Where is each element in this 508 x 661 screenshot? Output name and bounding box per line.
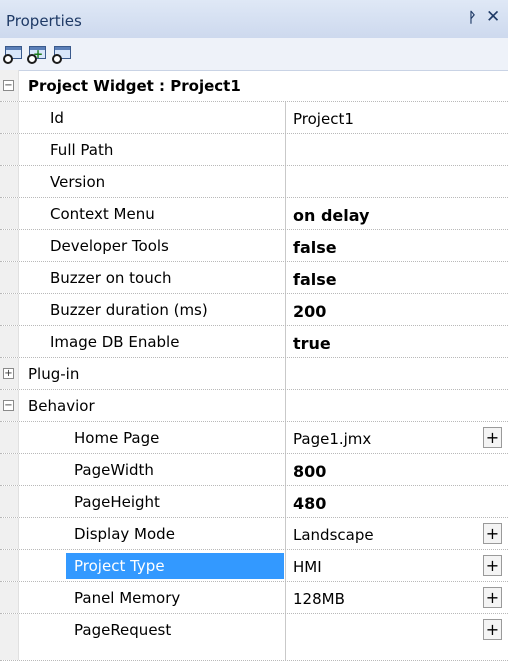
property-row-pagerequest[interactable]: PageRequest +	[0, 614, 508, 661]
group-label: Plug-in	[28, 365, 80, 383]
panel-title: Properties	[6, 12, 82, 30]
property-row-project-type[interactable]: Project Type HMI +	[0, 550, 508, 582]
property-name: Image DB Enable	[50, 333, 180, 351]
property-name: Buzzer on touch	[50, 269, 172, 287]
group-label: Behavior	[28, 397, 95, 415]
properties-titlebar: Properties ᚹ ✕	[0, 0, 508, 39]
property-value[interactable]: 200	[293, 302, 326, 321]
properties-toolbar: +	[0, 38, 508, 71]
property-row-pagewidth[interactable]: PageWidth 800	[0, 454, 508, 486]
property-name: PageWidth	[74, 461, 154, 479]
group-row-behavior[interactable]: − Behavior	[0, 390, 508, 422]
property-row-display-mode[interactable]: Display Mode Landscape +	[0, 518, 508, 550]
property-name: Id	[50, 109, 64, 127]
property-value[interactable]: on delay	[293, 206, 369, 225]
property-row-context-menu[interactable]: Context Menu on delay	[0, 198, 508, 230]
property-value[interactable]: 800	[293, 462, 326, 481]
property-value[interactable]: false	[293, 238, 337, 257]
properties-view-icon[interactable]	[3, 45, 25, 64]
property-name: Project Type	[74, 557, 165, 575]
property-row-buzzer-duration[interactable]: Buzzer duration (ms) 200	[0, 294, 508, 326]
browse-button[interactable]: +	[483, 587, 502, 608]
add-property-icon[interactable]: +	[27, 45, 49, 64]
property-name: Context Menu	[50, 205, 155, 223]
property-row-image-db-enable[interactable]: Image DB Enable true	[0, 326, 508, 358]
property-value[interactable]: 480	[293, 494, 326, 513]
browse-button[interactable]: +	[483, 523, 502, 544]
expand-icon[interactable]: +	[3, 368, 14, 379]
property-value[interactable]: 128MB	[293, 590, 345, 608]
property-row-panel-memory[interactable]: Panel Memory 128MB +	[0, 582, 508, 614]
property-row-version[interactable]: Version	[0, 166, 508, 198]
collapse-icon[interactable]: −	[3, 80, 14, 91]
property-name: Buzzer duration (ms)	[50, 301, 208, 319]
property-value[interactable]: Page1.jmx	[293, 430, 371, 448]
property-row-buzzer-on-touch[interactable]: Buzzer on touch false	[0, 262, 508, 294]
property-name: PageRequest	[74, 621, 172, 639]
property-name: Panel Memory	[74, 589, 181, 607]
close-icon[interactable]: ✕	[486, 7, 500, 27]
property-name: Full Path	[50, 141, 114, 159]
pin-icon[interactable]: ᚹ	[468, 10, 476, 26]
property-row-id[interactable]: Id Project1	[0, 102, 508, 134]
collapse-icon[interactable]: −	[3, 400, 14, 411]
edit-property-icon[interactable]	[52, 45, 74, 64]
group-row-plugin[interactable]: + Plug-in	[0, 358, 508, 390]
property-value[interactable]: true	[293, 334, 331, 353]
property-value[interactable]: false	[293, 270, 337, 289]
property-row-pageheight[interactable]: PageHeight 480	[0, 486, 508, 518]
property-name: PageHeight	[74, 493, 160, 511]
property-name: Version	[50, 173, 106, 191]
property-row-full-path[interactable]: Full Path	[0, 134, 508, 166]
browse-button[interactable]: +	[483, 555, 502, 576]
property-row-home-page[interactable]: Home Page Page1.jmx +	[0, 422, 508, 454]
property-value[interactable]: Project1	[293, 110, 354, 128]
property-value[interactable]: HMI	[293, 558, 322, 576]
browse-button[interactable]: +	[483, 619, 502, 640]
property-name: Developer Tools	[50, 237, 169, 255]
property-name: Display Mode	[74, 525, 175, 543]
category-row[interactable]: − Project Widget : Project1	[0, 70, 508, 102]
category-label: Project Widget : Project1	[28, 77, 241, 95]
browse-button[interactable]: +	[483, 427, 502, 448]
property-name: Home Page	[74, 429, 160, 447]
property-value[interactable]: Landscape	[293, 526, 374, 544]
property-row-developer-tools[interactable]: Developer Tools false	[0, 230, 508, 262]
